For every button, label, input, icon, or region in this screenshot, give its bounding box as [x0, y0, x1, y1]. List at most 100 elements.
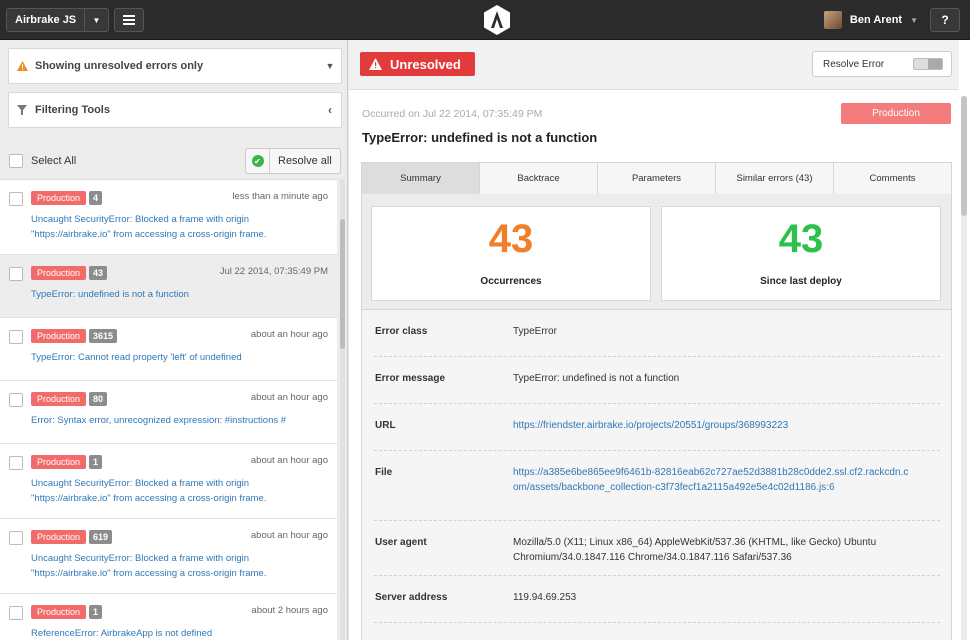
row-checkbox[interactable] — [9, 456, 23, 470]
status-filter-dropdown[interactable]: Showing unresolved errors only ▼ — [8, 48, 342, 84]
detail-row: URL https://friendster.airbrake.io/proje… — [374, 404, 940, 451]
url-link[interactable]: https://friendster.airbrake.io/projects/… — [513, 418, 933, 433]
list-scrollbar[interactable] — [340, 179, 345, 640]
environment-badge: Production — [31, 455, 87, 469]
row-checkbox[interactable] — [9, 606, 23, 620]
count-badge: 1 — [89, 605, 103, 619]
detail-row: Error message TypeError: undefined is no… — [374, 357, 940, 404]
help-button[interactable]: ? — [930, 8, 960, 32]
scrollbar-thumb[interactable] — [340, 219, 345, 349]
avatar — [823, 11, 842, 29]
warning-icon — [360, 58, 390, 70]
count-badge: 3615 — [89, 329, 118, 343]
error-message-link[interactable]: TypeError: undefined is not a function — [31, 287, 331, 302]
detail-key: File — [375, 467, 393, 478]
filtering-tools-label: Filtering Tools — [35, 104, 110, 116]
list-item[interactable]: Production 4 less than a minute ago Unca… — [0, 180, 337, 255]
project-switcher-button[interactable]: Airbrake JS ▼ — [6, 8, 109, 32]
error-list: Production 4 less than a minute ago Unca… — [0, 179, 337, 640]
menu-button[interactable] — [114, 8, 144, 32]
error-message-link[interactable]: ReferenceError: AirbrakeApp is not defin… — [31, 626, 331, 640]
environment-badge: Production — [31, 191, 87, 205]
detail-value: TypeError: undefined is not a function — [513, 373, 680, 384]
list-item[interactable]: Production 3615 about an hour ago TypeEr… — [0, 318, 337, 381]
file-link[interactable]: https://a385e6be865ee9f6461b-82816eab62c… — [513, 465, 913, 495]
resolve-error-label: Resolve Error — [823, 58, 885, 70]
tab-summary[interactable]: Summary — [362, 163, 480, 194]
count-badge: 80 — [89, 392, 108, 406]
since-deploy-label: Since last deploy — [760, 276, 842, 287]
timestamp: about an hour ago — [250, 329, 328, 340]
tab-backtrace[interactable]: Backtrace — [480, 163, 598, 194]
occurred-timestamp: Occurred on Jul 22 2014, 07:35:49 PM — [362, 108, 543, 120]
since-deploy-count: 43 — [778, 217, 824, 261]
chevron-left-icon: ‹ — [328, 103, 332, 117]
row-checkbox[interactable] — [9, 192, 23, 206]
row-checkbox[interactable] — [9, 330, 23, 344]
detail-key: URL — [375, 420, 396, 431]
tab-similar-errors[interactable]: Similar errors (43) — [716, 163, 834, 194]
error-list-panel: Showing unresolved errors only ▼ Filteri… — [0, 40, 348, 640]
chevron-down-icon: ▼ — [84, 9, 108, 31]
list-item[interactable]: Production 1 about 2 hours ago Reference… — [0, 594, 337, 640]
error-details-table: Error class TypeError Error message Type… — [361, 310, 952, 640]
summary-stats: 43 Occurrences 43 Since last deploy — [361, 194, 952, 310]
error-message-link[interactable]: Error: Syntax error, unrecognized expres… — [31, 413, 331, 428]
user-menu[interactable]: Ben Arent ▼ — [823, 10, 918, 30]
detail-key: Error message — [375, 373, 446, 384]
warning-icon — [9, 61, 35, 71]
status-label: Unresolved — [390, 56, 461, 72]
select-all-checkbox[interactable] — [9, 154, 23, 168]
chevron-down-icon: ▼ — [910, 15, 918, 25]
environment-badge: Production — [31, 266, 87, 280]
timestamp: less than a minute ago — [232, 191, 328, 202]
status-filter-label: Showing unresolved errors only — [35, 60, 204, 72]
user-name: Ben Arent — [849, 14, 903, 26]
tab-parameters[interactable]: Parameters — [598, 163, 716, 194]
scrollbar-thumb[interactable] — [961, 96, 967, 216]
filtering-tools-toggle[interactable]: Filtering Tools ‹ — [8, 92, 342, 128]
detail-key: Server address — [375, 592, 448, 603]
detail-value: 119.94.69.253 — [513, 592, 577, 603]
filter-icon — [9, 105, 35, 115]
toggle-switch[interactable] — [913, 58, 943, 70]
occurrences-card: 43 Occurrences — [371, 206, 651, 301]
environment-badge: Production — [31, 329, 87, 343]
detail-key: Error class — [375, 326, 428, 337]
row-checkbox[interactable] — [9, 267, 23, 281]
list-item[interactable]: Production 1 about an hour ago Uncaught … — [0, 444, 337, 519]
error-message-link[interactable]: Uncaught SecurityError: Blocked a frame … — [31, 551, 331, 581]
count-badge: 4 — [89, 191, 103, 205]
airbrake-logo-icon[interactable] — [481, 4, 513, 36]
resolve-error-toggle[interactable]: Resolve Error — [812, 51, 952, 77]
error-title: TypeError: undefined is not a function — [362, 130, 598, 145]
detail-row: User agent Mozilla/5.0 (X11; Linux x86_6… — [374, 521, 940, 576]
timestamp: about an hour ago — [250, 392, 328, 403]
error-message-link[interactable]: TypeError: Cannot read property 'left' o… — [31, 350, 331, 365]
tab-comments[interactable]: Comments — [834, 163, 951, 194]
project-name: Airbrake JS — [15, 14, 77, 26]
count-badge: 619 — [89, 530, 113, 544]
chevron-down-icon: ▼ — [325, 61, 335, 71]
error-message-link[interactable]: Uncaught SecurityError: Blocked a frame … — [31, 476, 331, 506]
row-checkbox[interactable] — [9, 393, 23, 407]
detail-row: File https://a385e6be865ee9f6461b-82816e… — [374, 451, 940, 521]
detail-key: User agent — [375, 537, 427, 548]
detail-scrollbar[interactable] — [961, 96, 967, 640]
timestamp: about an hour ago — [250, 455, 328, 466]
bulk-actions-row: Select All ✔ Resolve all — [0, 143, 347, 179]
environment-badge: Production — [31, 530, 87, 544]
timestamp: about an hour ago — [250, 530, 328, 541]
row-checkbox[interactable] — [9, 531, 23, 545]
error-detail-panel: Unresolved Resolve Error Occurred on Jul… — [349, 40, 970, 640]
environment-badge: Production — [31, 605, 87, 619]
count-badge: 43 — [89, 266, 108, 280]
environment-button[interactable]: Production — [841, 103, 951, 124]
resolve-all-button[interactable]: ✔ Resolve all — [245, 148, 341, 174]
detail-row: Server address 119.94.69.253 — [374, 576, 940, 623]
list-item[interactable]: Production 619 about an hour ago Uncaugh… — [0, 519, 337, 594]
list-item[interactable]: Production 80 about an hour ago Error: S… — [0, 381, 337, 444]
list-item[interactable]: Production 43 Jul 22 2014, 07:35:49 PM T… — [0, 255, 337, 318]
error-message-link[interactable]: Uncaught SecurityError: Blocked a frame … — [31, 212, 331, 242]
detail-header: Unresolved Resolve Error — [349, 40, 959, 90]
